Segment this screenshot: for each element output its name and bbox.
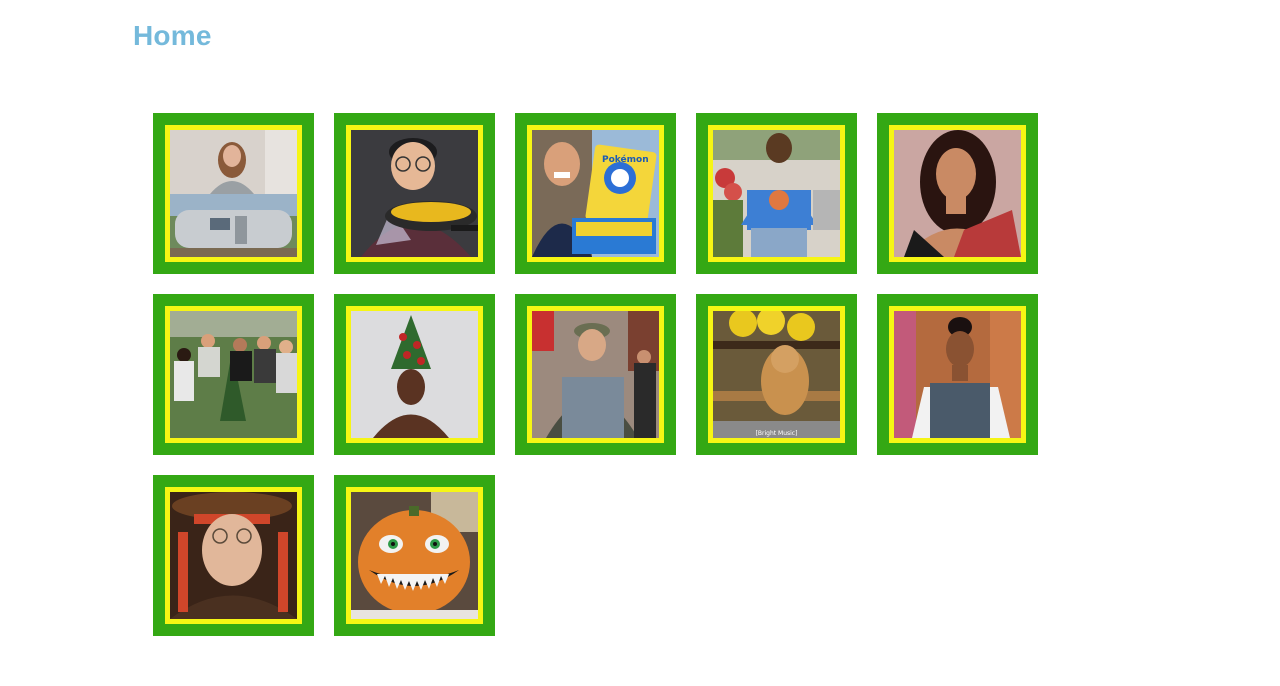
man-blue-shirt-thumbnail	[713, 130, 840, 257]
pirate-man-thumbnail	[170, 492, 297, 619]
video-tile-3[interactable]: Pokémon	[515, 113, 676, 274]
tile-frame	[346, 487, 483, 624]
video-grid: Pokémon [Bright Music]	[153, 113, 1043, 636]
video-tile-1[interactable]	[153, 113, 314, 274]
tile-frame	[346, 306, 483, 443]
man-cooking-thumbnail	[351, 130, 478, 257]
tile-frame: [Bright Music]	[708, 306, 845, 443]
tile-frame	[889, 125, 1026, 262]
woman-mural-thumbnail	[894, 311, 1021, 438]
group-tree-thumbnail	[170, 311, 297, 438]
pumpkin-thumbnail	[351, 492, 478, 619]
home-page: Home Pokémon [Bright Music]	[0, 0, 1280, 686]
video-tile-12[interactable]	[334, 475, 495, 636]
tile-frame	[165, 125, 302, 262]
video-tile-9[interactable]: [Bright Music]	[696, 294, 857, 455]
video-tile-2[interactable]	[334, 113, 495, 274]
hiker-thumbnail	[532, 311, 659, 438]
page-title: Home	[133, 20, 212, 51]
chipmunk-thumbnail: [Bright Music]	[713, 311, 840, 438]
video-tile-10[interactable]	[877, 294, 1038, 455]
tile-frame: Pokémon	[527, 125, 664, 262]
video-tile-4[interactable]	[696, 113, 857, 274]
video-tile-7[interactable]	[334, 294, 495, 455]
pokemon-logo-text: Pokémon	[602, 154, 649, 165]
pokemon-cards-thumbnail: Pokémon	[532, 130, 659, 257]
tile-frame	[889, 306, 1026, 443]
woman-airstream-thumbnail	[170, 130, 297, 257]
headdress-thumbnail	[351, 311, 478, 438]
video-tile-5[interactable]	[877, 113, 1038, 274]
woman-portrait-thumbnail	[894, 130, 1021, 257]
tile-frame	[165, 306, 302, 443]
tile-frame	[527, 306, 664, 443]
video-tile-8[interactable]	[515, 294, 676, 455]
thumbnail-caption: [Bright Music]	[755, 430, 798, 437]
tile-frame	[165, 487, 302, 624]
tile-frame	[708, 125, 845, 262]
video-tile-11[interactable]	[153, 475, 314, 636]
video-tile-6[interactable]	[153, 294, 314, 455]
tile-frame	[346, 125, 483, 262]
